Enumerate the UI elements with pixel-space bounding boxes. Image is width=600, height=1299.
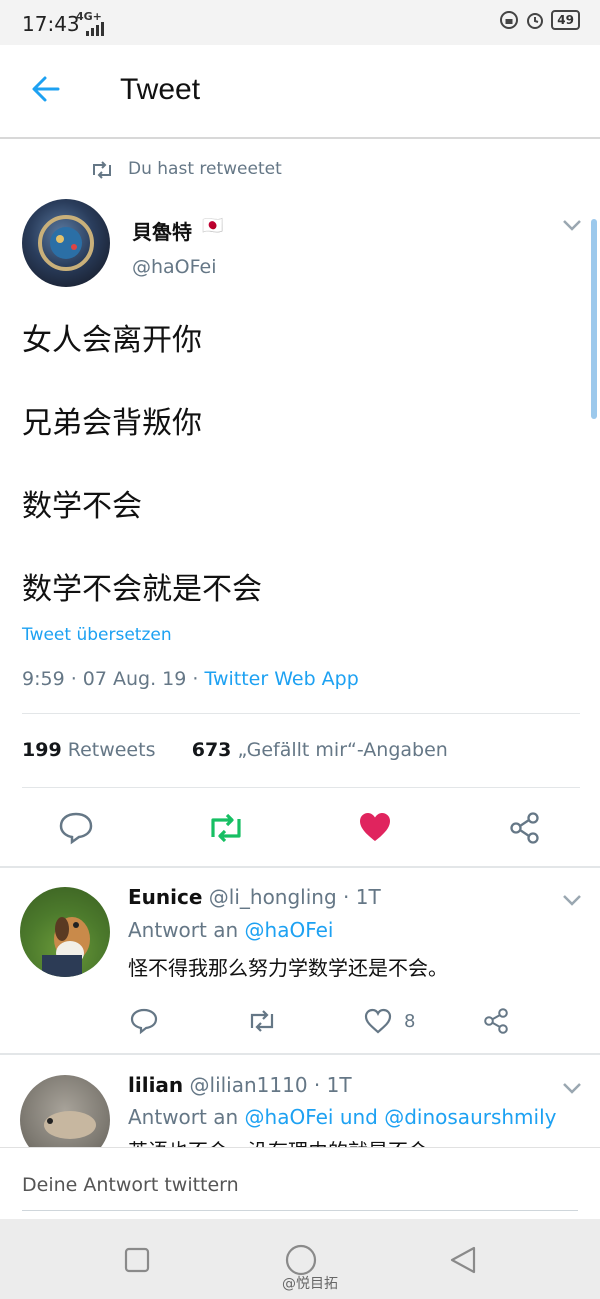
reply-compose-input[interactable]: Deine Antwort twittern — [22, 1174, 239, 1196]
hamster-photo — [44, 1111, 96, 1139]
reply-header: Eunice @li_hongling · 1T — [128, 885, 381, 909]
reply-to-prefix: Antwort an — [128, 918, 245, 942]
author-name[interactable]: 貝魯特 — [132, 216, 192, 245]
tweet-detail: Du hast retweetet 貝魯特 🇯🇵 @haOFei 女人会离开你 … — [0, 139, 600, 1147]
tweet-line: 数学不会就是不会 — [22, 572, 262, 607]
retweets-count[interactable]: 199 — [22, 739, 62, 761]
status-bar: 17:43 4G+ 49 — [0, 0, 600, 45]
reply-to-prefix: Antwort an — [128, 1105, 245, 1129]
system-nav-bar: @悦目拓 — [0, 1219, 600, 1299]
like-icon[interactable] — [358, 811, 392, 843]
retweet-banner: Du hast retweetet — [128, 159, 282, 179]
reply-text: 英语也不会，没有理由的就是不会 — [128, 1135, 428, 1147]
reply-to-line: Antwort an @haOFei — [128, 918, 333, 942]
translate-link[interactable]: Tweet übersetzen — [22, 625, 172, 645]
scrollbar[interactable] — [591, 219, 597, 419]
author-avatar[interactable] — [22, 199, 110, 287]
tweet-line: 兄弟会背叛你 — [22, 406, 202, 441]
reply-author-name[interactable]: lilian — [128, 1073, 183, 1097]
retweet-icon[interactable] — [206, 813, 246, 843]
divider — [22, 787, 580, 788]
tweet-meta: 9:59 · 07 Aug. 19 · Twitter Web App — [22, 668, 359, 690]
tweet-timestamp: 9:59 · 07 Aug. 19 · — [22, 668, 205, 690]
chevron-down-icon[interactable] — [562, 219, 582, 231]
status-time: 17:43 — [22, 12, 80, 36]
chevron-down-icon[interactable] — [562, 894, 582, 906]
retweets-label[interactable]: Retweets — [68, 739, 156, 761]
author-handle[interactable]: @haOFei — [132, 256, 217, 278]
reply-to-link[interactable]: @haOFei und @dinosaurshmily — [245, 1105, 557, 1129]
section-divider — [0, 866, 600, 868]
section-divider — [0, 1053, 600, 1055]
likes-count[interactable]: 673 — [192, 739, 232, 761]
reply-avatar[interactable] — [20, 887, 110, 977]
alarm-icon — [527, 13, 544, 29]
watermark: @悦目拓 — [282, 1276, 338, 1292]
reply-header: lilian @lilian1110 · 1T — [128, 1073, 352, 1097]
flag-icon: 🇯🇵 — [202, 216, 224, 236]
share-icon[interactable] — [482, 1007, 510, 1035]
avatar-art — [38, 215, 94, 271]
back-nav-icon[interactable] — [448, 1245, 478, 1275]
divider — [22, 713, 580, 714]
engagement-stats: 199 Retweets 673 „Gefällt mir“-Angaben — [22, 739, 448, 761]
share-icon[interactable] — [508, 811, 542, 845]
signal-icon — [86, 22, 104, 36]
reply-text: 怪不得我那么努力学数学还是不会。 — [128, 956, 448, 980]
reply-to-line: Antwort an @haOFei und @dinosaurshmily — [128, 1105, 557, 1129]
battery-level: 49 — [551, 10, 580, 30]
input-underline — [22, 1210, 578, 1211]
likes-label[interactable]: „Gefällt mir“-Angaben — [237, 739, 447, 761]
back-arrow-icon[interactable] — [30, 75, 62, 103]
compose-bar: Deine Antwort twittern — [0, 1147, 600, 1220]
recent-apps-icon[interactable] — [124, 1247, 150, 1273]
reply-icon[interactable] — [130, 1007, 158, 1035]
tweet-source-link[interactable]: Twitter Web App — [204, 668, 358, 690]
like-count: 8 — [404, 1011, 416, 1032]
reply-handle-time[interactable]: @lilian1110 · 1T — [190, 1073, 352, 1097]
page-title: Tweet — [120, 73, 201, 106]
dog-photo — [42, 917, 90, 977]
reply-avatar[interactable] — [20, 1075, 110, 1147]
reply-author-name[interactable]: Eunice — [128, 885, 202, 909]
reply-handle-time[interactable]: @li_hongling · 1T — [209, 885, 381, 909]
home-icon[interactable] — [284, 1243, 318, 1277]
reply-icon[interactable] — [58, 811, 94, 845]
chevron-down-icon[interactable] — [562, 1082, 582, 1094]
reply-to-link[interactable]: @haOFei — [245, 918, 334, 942]
tweet-line: 数学不会 — [22, 489, 142, 524]
app-bar: Tweet — [0, 45, 600, 139]
tweet-line: 女人会离开你 — [22, 323, 202, 358]
retweet-icon[interactable] — [246, 1009, 278, 1033]
like-icon[interactable] — [364, 1008, 392, 1034]
retweet-small-icon — [93, 161, 111, 179]
lock-icon — [500, 11, 519, 29]
